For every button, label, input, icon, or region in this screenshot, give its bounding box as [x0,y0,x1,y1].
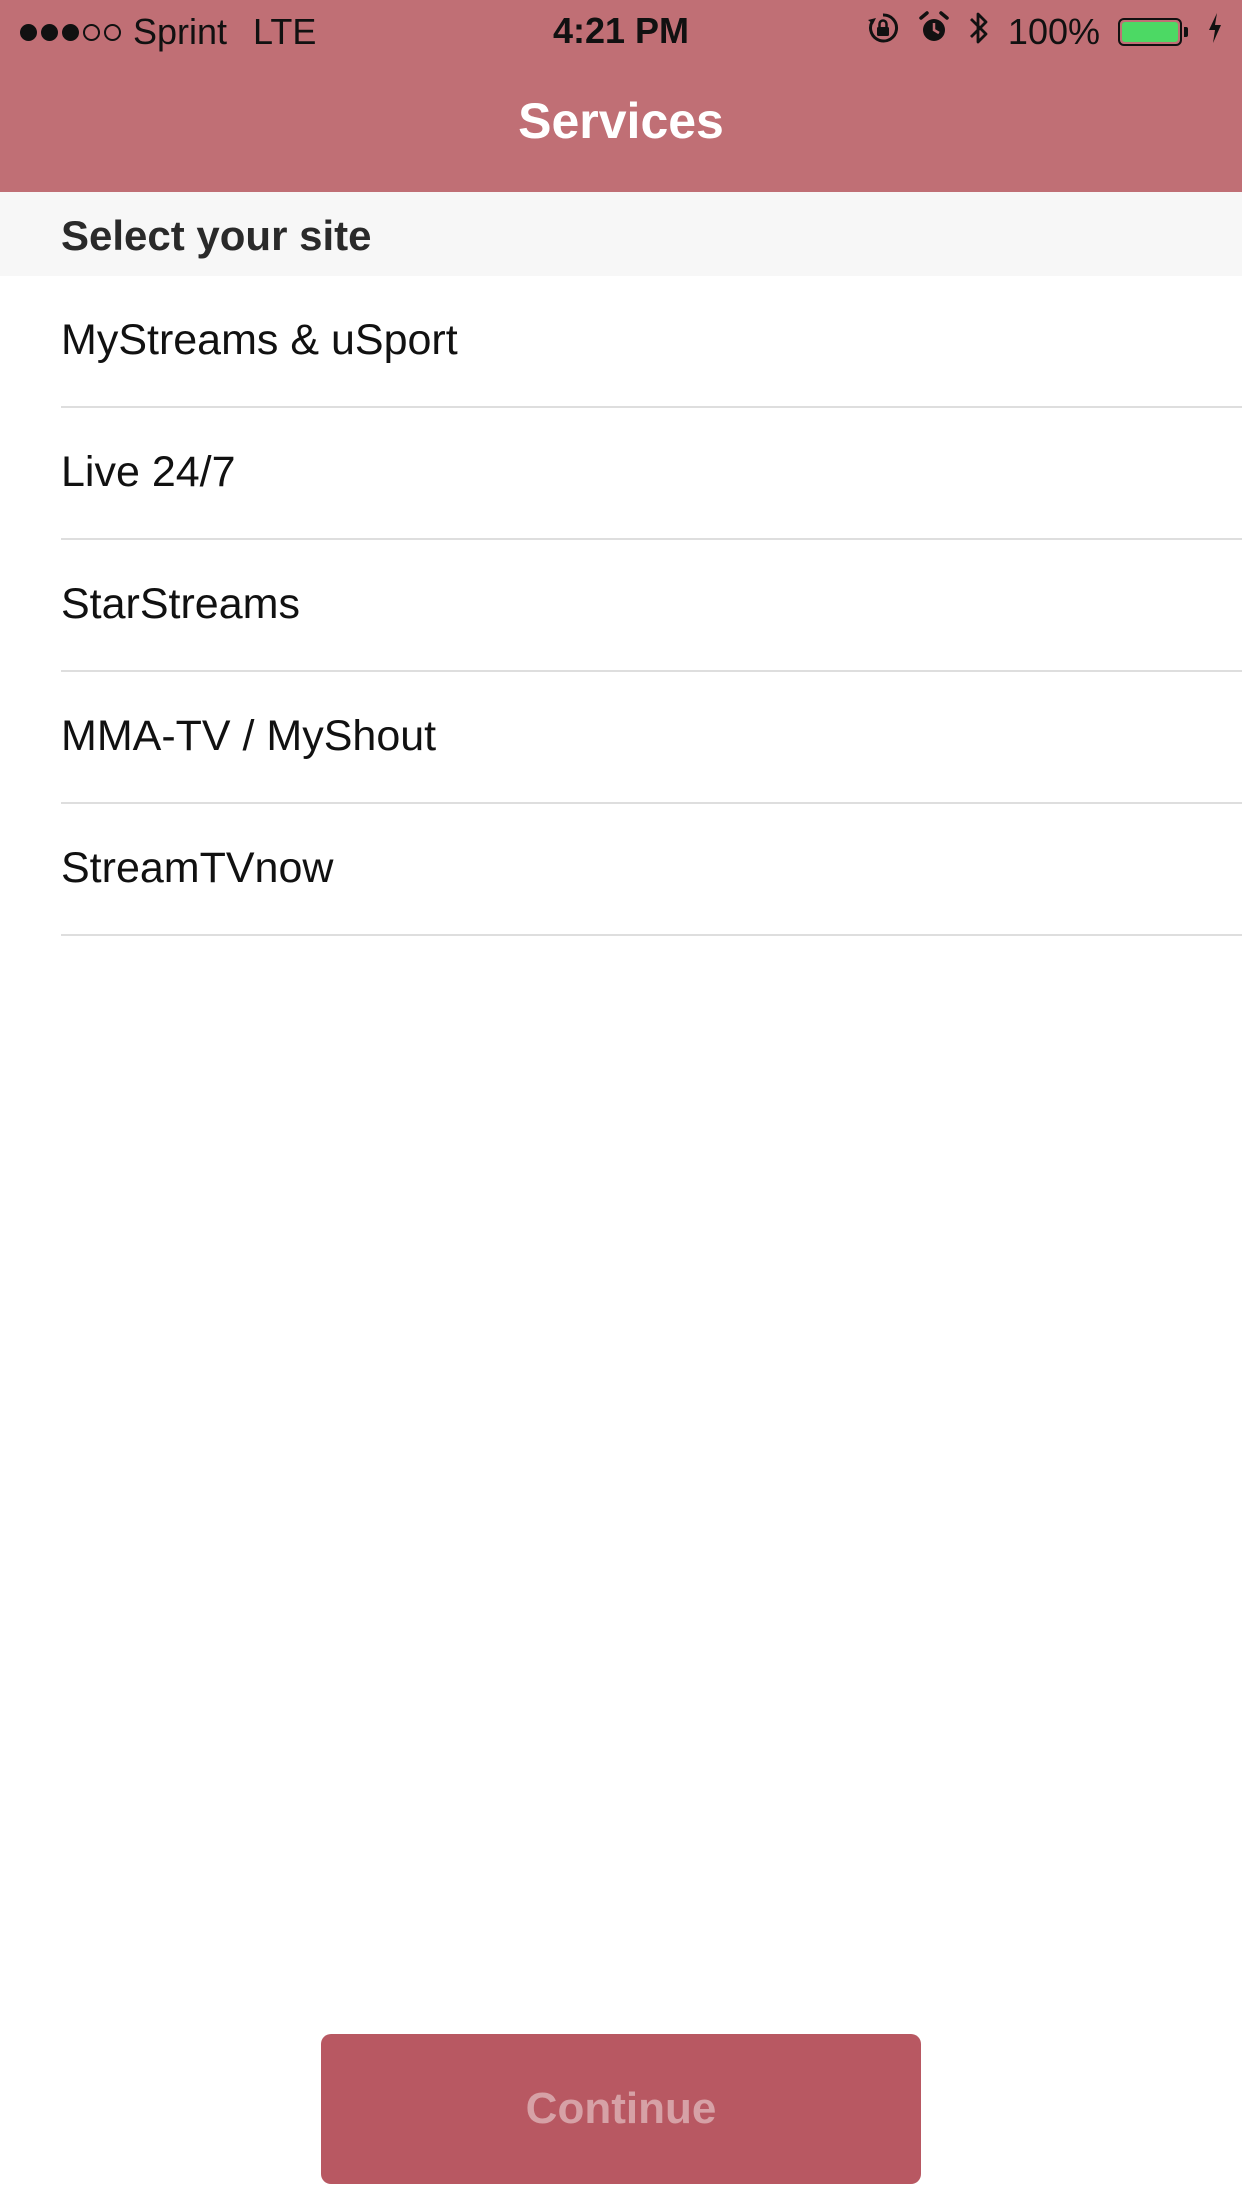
site-label: Live 24/7 [61,448,236,496]
battery-percent: 100% [1007,11,1100,52]
charging-bolt-icon [1206,11,1224,54]
site-list-item[interactable]: Live 24/7 [0,408,1242,540]
battery-nub [1184,27,1188,37]
site-label: StarStreams [61,580,300,628]
site-label: MyStreams & uSport [61,316,458,364]
site-list-item[interactable]: MMA-TV / MyShout [0,672,1242,804]
site-list-item[interactable]: MyStreams & uSport [0,276,1242,408]
site-label: MMA-TV / MyShout [61,712,437,760]
section-header: Select your site [0,192,1242,276]
continue-button[interactable]: Continue [321,2034,921,2184]
site-label: StreamTVnow [61,844,334,892]
rotation-lock-icon [866,11,900,54]
site-list-item[interactable]: StreamTVnow [0,804,1242,936]
bluetooth-icon [968,10,990,55]
row-separator [61,934,1242,936]
battery-fill [1122,22,1178,42]
site-list: MyStreams & uSport Live 24/7 StarStreams… [0,276,1242,936]
alarm-icon [918,10,950,54]
page-title: Services [518,93,724,149]
status-bar: Sprint LTE 4:21 PM 100% [0,0,1242,62]
site-list-item[interactable]: StarStreams [0,540,1242,672]
battery-body [1118,18,1182,46]
battery-icon [1118,18,1188,46]
navigation-header: Sprint LTE 4:21 PM 100% Services [0,0,1242,192]
section-header-label: Select your site [61,212,372,259]
status-bar-right: 100% [866,10,1224,54]
